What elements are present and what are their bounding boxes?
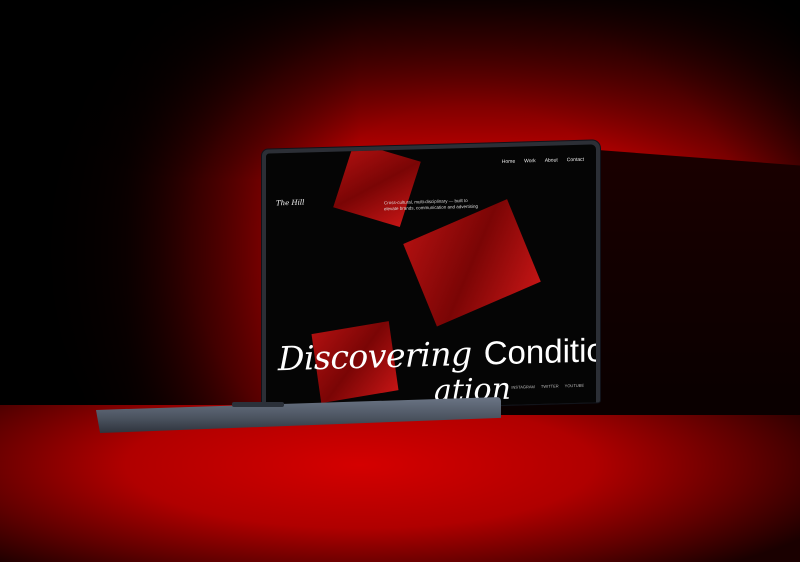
site-tagline: Cross-cultural, multi-disciplinary — bui… (384, 197, 479, 212)
nav-work[interactable]: Work (524, 158, 536, 164)
social-links: INSTAGRAM TWITTER YOUTUBE (511, 383, 584, 390)
social-instagram[interactable]: INSTAGRAM (511, 384, 534, 390)
nav-about[interactable]: About (545, 157, 558, 163)
headline-serif: Discovering (278, 333, 472, 379)
social-twitter[interactable]: TWITTER (541, 383, 559, 388)
laptop-trackpad-notch (232, 402, 284, 407)
website-display: The Hill Home Work About Contact Cross-c… (266, 144, 596, 412)
red-cube (403, 199, 541, 327)
wall-shadow (598, 150, 800, 408)
site-logo[interactable]: The Hill (276, 199, 304, 208)
nav-contact[interactable]: Contact (567, 157, 584, 163)
red-cube (333, 144, 421, 228)
nav-home[interactable]: Home (502, 159, 515, 165)
scene: The Hill Home Work About Contact Cross-c… (0, 0, 800, 562)
laptop-screen: The Hill Home Work About Contact Cross-c… (262, 140, 600, 412)
site-nav: Home Work About Contact (502, 157, 584, 165)
headline-sans: Conditions (483, 330, 596, 372)
social-youtube[interactable]: YOUTUBE (565, 383, 584, 389)
